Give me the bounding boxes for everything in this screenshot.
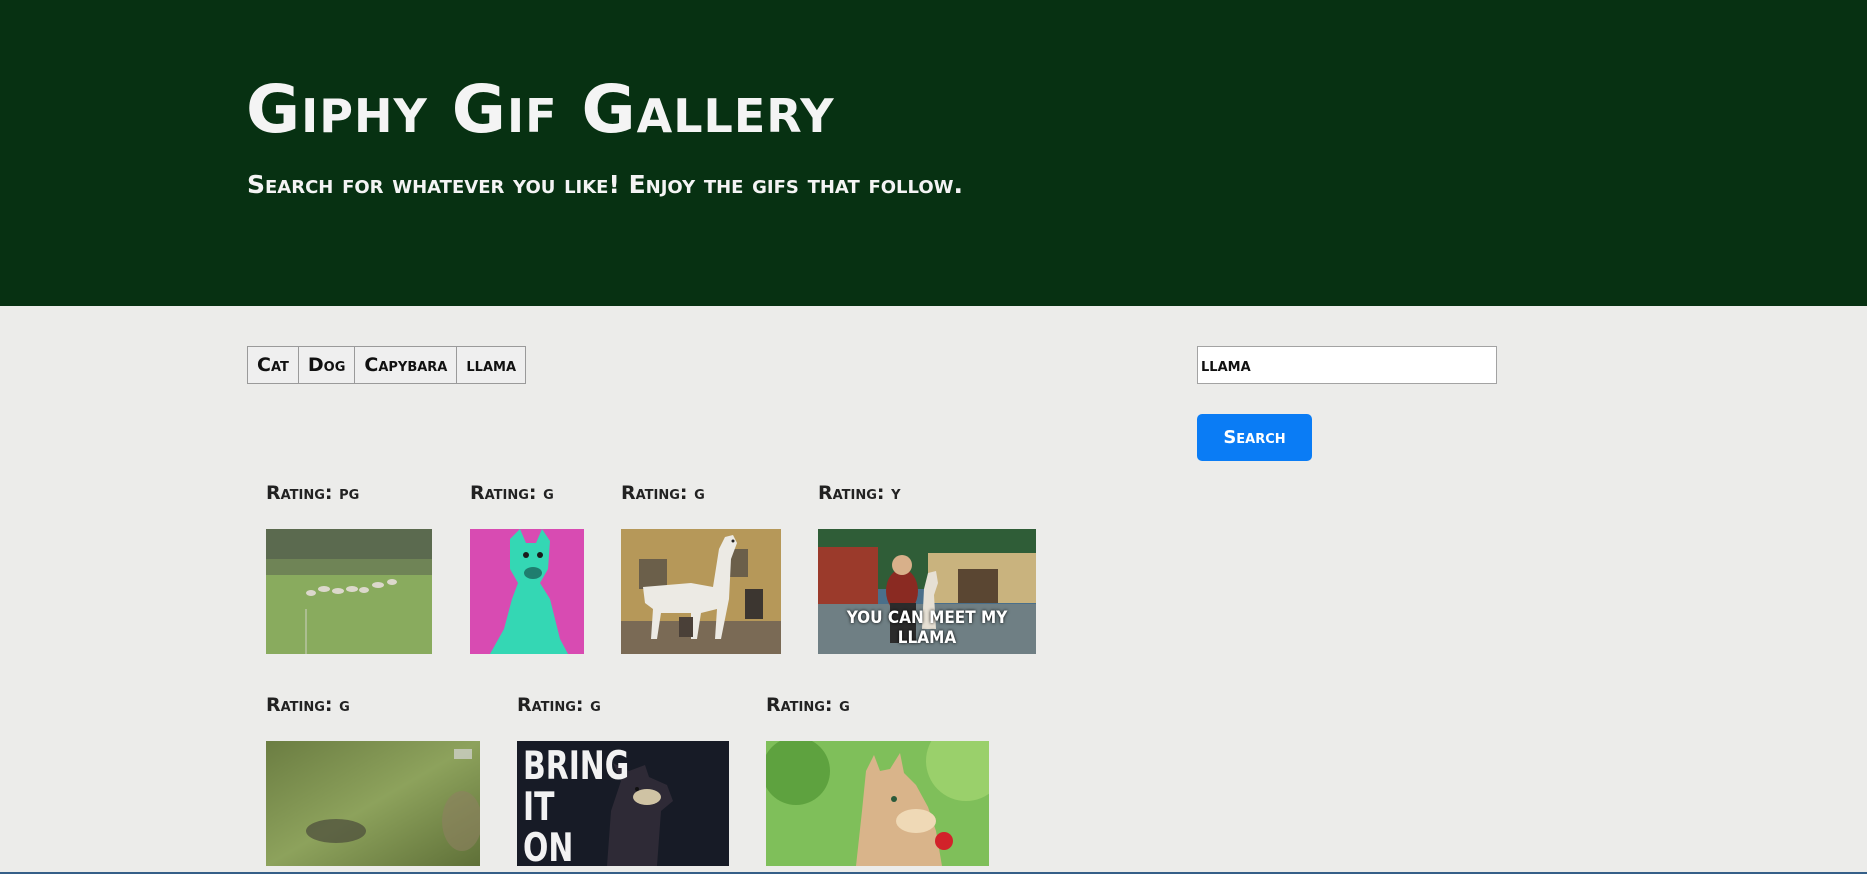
topic-button-dog[interactable]: Dog [297,346,356,384]
page-header: Giphy Gif Gallery Search for whatever yo… [0,0,1867,306]
page-subtitle: Search for whatever you like! Enjoy the … [247,170,964,199]
gif-rating: Rating: g [766,694,850,716]
page-title: Giphy Gif Gallery [246,71,835,148]
search-input[interactable] [1197,346,1497,384]
gif-rating: Rating: g [517,694,601,716]
topic-button-cat[interactable]: Cat [247,346,299,384]
gif-image[interactable] [266,741,480,866]
gif-rating: Rating: g [621,482,705,504]
gif-image[interactable]: YOU CAN MEET MY LLAMA [818,529,1036,654]
gif-rating: Rating: pg [266,482,360,504]
gif-image[interactable] [766,741,989,866]
gif-caption: BRING IT ON [523,744,630,866]
search-button[interactable]: Search [1197,414,1312,461]
gif-image[interactable] [470,529,584,654]
gif-image[interactable] [621,529,781,654]
gif-caption: YOU CAN MEET MY LLAMA [846,608,1008,648]
topic-button-row: Cat Dog Capybara llama [247,346,527,384]
gif-image[interactable]: BRING IT ON [517,741,729,866]
topic-button-llama[interactable]: llama [456,346,527,384]
gif-image[interactable] [266,529,432,654]
topic-button-capybara[interactable]: Capybara [354,346,458,384]
gif-rating: Rating: g [470,482,554,504]
gif-rating: Rating: g [266,694,350,716]
gif-rating: Rating: y [818,482,901,504]
